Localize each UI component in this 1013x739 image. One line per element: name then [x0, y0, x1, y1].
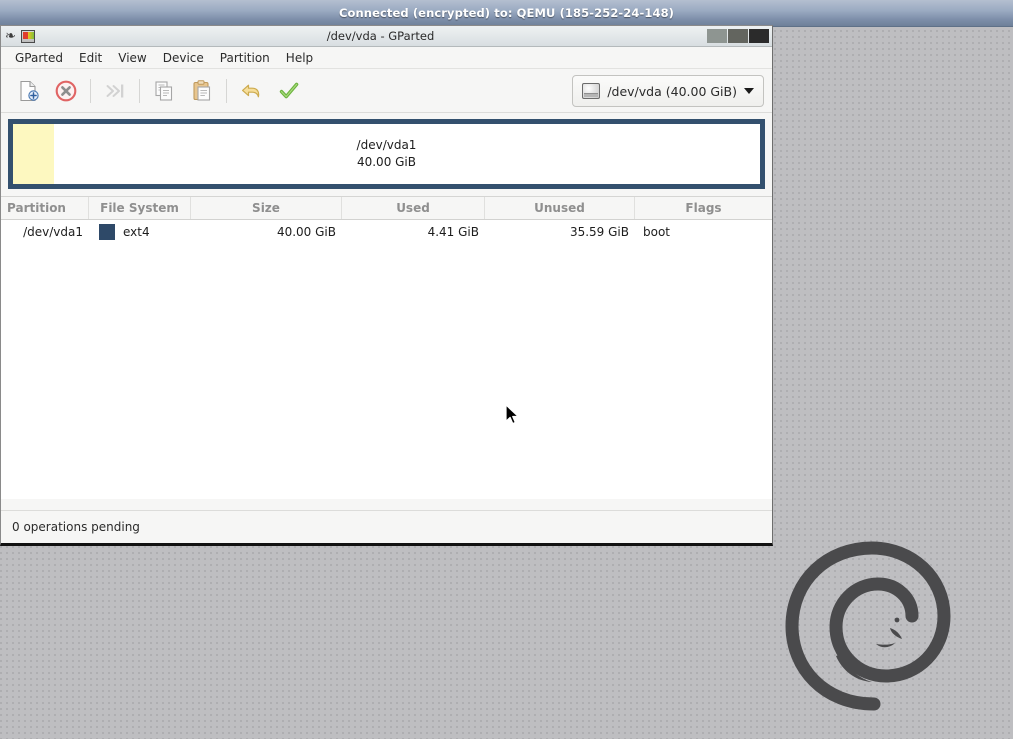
column-header-flags[interactable]: Flags: [635, 197, 772, 219]
column-header-size[interactable]: Size: [191, 197, 342, 219]
cell-flags: boot: [643, 225, 671, 239]
delete-circle-icon: [55, 80, 77, 101]
column-header-used[interactable]: Used: [342, 197, 485, 219]
partition-unused-block: /dev/vda1 40.00 GiB: [54, 124, 719, 184]
hard-disk-icon: [582, 83, 601, 99]
toolbar-separator: [139, 78, 140, 103]
close-button[interactable]: [749, 29, 769, 43]
column-header-unused[interactable]: Unused: [485, 197, 635, 219]
menu-item-edit[interactable]: Edit: [71, 49, 110, 67]
partition-table: Partition File System Size Used Unused F…: [1, 196, 772, 499]
filesystem-color-swatch: [99, 224, 115, 240]
partition-graphic[interactable]: /dev/vda1 40.00 GiB: [8, 119, 765, 189]
menu-item-partition[interactable]: Partition: [212, 49, 278, 67]
device-selector[interactable]: /dev/vda (40.00 GiB): [572, 75, 764, 107]
cell-unused: 35.59 GiB: [569, 225, 629, 239]
undo-operation-button[interactable]: [232, 74, 270, 108]
titlebar-buttons: [700, 29, 772, 43]
resize-move-partition-button[interactable]: [96, 74, 134, 108]
delete-partition-button[interactable]: [47, 74, 85, 108]
menu-item-help[interactable]: Help: [278, 49, 321, 67]
toolbar-separator: [226, 78, 227, 103]
new-partition-button[interactable]: [9, 74, 47, 108]
menu-item-gparted[interactable]: GParted: [7, 49, 71, 67]
gparted-app-icon[interactable]: [21, 29, 35, 43]
menu-item-device[interactable]: Device: [155, 49, 212, 67]
cell-filesystem-label: ext4: [123, 225, 150, 239]
partition-graphic-area: /dev/vda1 40.00 GiB: [1, 113, 772, 196]
debian-swirl-logo: [778, 528, 978, 728]
table-header-row: Partition File System Size Used Unused F…: [1, 197, 772, 220]
gparted-window: ❧ /dev/vda - GParted GParted Edit View D…: [0, 25, 773, 546]
desktop-background: Connected (encrypted) to: QEMU (185-252-…: [0, 0, 1013, 739]
resize-move-icon: [106, 84, 124, 97]
undo-arrow-icon: [242, 84, 260, 97]
graphic-partition-name: /dev/vda1: [356, 138, 417, 152]
status-bar: 0 operations pending: [1, 510, 772, 543]
window-titlebar[interactable]: ❧ /dev/vda - GParted: [1, 26, 772, 47]
vnc-status-text: Connected (encrypted) to: QEMU (185-252-…: [338, 6, 675, 20]
cell-size: 40.00 GiB: [276, 225, 336, 239]
copy-icon: [155, 80, 173, 101]
apply-operations-button[interactable]: [270, 74, 308, 108]
cell-used: 4.41 GiB: [427, 225, 479, 239]
column-header-filesystem[interactable]: File System: [89, 197, 191, 219]
graphic-partition-size: 40.00 GiB: [356, 155, 417, 169]
device-selector-label: /dev/vda (40.00 GiB): [607, 83, 737, 99]
toolbar-separator: [90, 78, 91, 103]
toolbar: /dev/vda (40.00 GiB): [1, 69, 772, 113]
column-header-partition[interactable]: Partition: [1, 197, 89, 219]
cell-filesystem: ext4: [89, 220, 191, 244]
maximize-button[interactable]: [728, 29, 748, 43]
apply-check-icon: [279, 82, 299, 98]
copy-partition-button[interactable]: [145, 74, 183, 108]
table-row[interactable]: /dev/vda1 ext4 40.00 GiB 4.41 GiB 35.59 …: [1, 220, 772, 244]
chevron-down-icon: [744, 88, 754, 94]
spiral-icon: ❧: [5, 28, 16, 44]
minimize-button[interactable]: [707, 29, 727, 43]
paste-partition-button[interactable]: [183, 74, 221, 108]
vnc-connection-bar: Connected (encrypted) to: QEMU (185-252-…: [0, 0, 1013, 27]
window-title: /dev/vda - GParted: [326, 29, 435, 43]
paste-icon: [193, 79, 211, 101]
cell-partition: /dev/vda1: [23, 225, 83, 239]
titlebar-left-icons: ❧: [1, 28, 61, 44]
status-bar-text: 0 operations pending: [12, 520, 140, 534]
new-document-icon: [20, 80, 39, 101]
menu-item-view[interactable]: View: [110, 49, 154, 67]
menu-bar: GParted Edit View Device Partition Help: [1, 47, 772, 69]
